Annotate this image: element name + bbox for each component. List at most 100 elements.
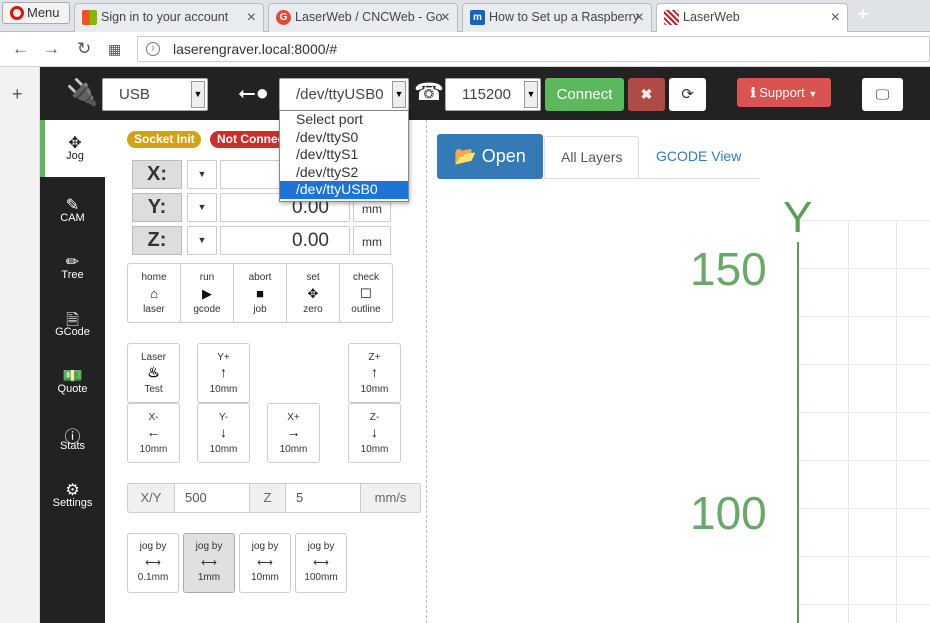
arrow-up-icon: ↑ [220,364,227,380]
x-axis-menu[interactable]: ▼ [187,160,217,189]
arrow-right-icon: → [286,424,301,440]
tab-close-icon[interactable]: × [247,4,256,31]
arrow-down-icon: ↓ [371,424,378,440]
tab-close-icon[interactable]: × [441,4,450,31]
jog-bottom: 10mm [209,384,238,395]
arrow-left-icon: ← [146,424,161,440]
refresh-ports-button[interactable]: ⟳ [669,78,706,111]
y-axis-menu[interactable]: ▼ [187,193,217,222]
set-zero-button[interactable]: set ✥ zero [287,264,340,322]
grid-line [799,460,930,461]
arrows-h-icon: ⟷ [201,557,217,569]
caret-down-icon: ▼ [808,89,818,99]
step-bottom: 10mm [251,572,279,583]
y-tick-label: 100 [690,487,767,539]
support-button[interactable]: ℹ Support ▼ [737,78,831,107]
cmd-top: abort [248,272,272,283]
forward-arrow-icon[interactable]: → [43,39,60,59]
jog-step-100mm-button[interactable]: jog by ⟷ 100mm [295,533,347,593]
nav-item-tree[interactable]: ✏ Tree [40,239,105,296]
nav-item-cam[interactable]: ✎ CAM [40,182,105,239]
jog-bottom: Test [144,384,163,395]
monitor-icon: 🖵 [875,86,890,102]
port-option[interactable]: /dev/ttyS2 [280,164,408,182]
interface-select[interactable]: USB ▼ [102,78,208,111]
disconnect-button[interactable]: ✖ [628,78,665,111]
home-laser-button[interactable]: home ⌂ laser [128,264,181,322]
laser-test-button[interactable]: Laser ♨ Test [127,343,180,403]
info-icon: ⓘ [64,429,81,446]
square-icon: ☐ [360,286,372,301]
browser-tab-laserweb-google[interactable]: G LaserWeb / CNCWeb - Go × [268,3,458,32]
cmd-top: set [306,272,320,283]
back-arrow-icon[interactable]: ← [12,39,29,59]
z-speed-label: Z [263,490,272,505]
baud-value: 115200 [462,86,511,103]
x-axis-label: X: [132,160,182,189]
tab-label: LaserWeb / CNCWeb - Go [295,10,443,24]
browser-menu-label: Menu [27,5,60,20]
z-position-field[interactable]: 0.00 [220,226,350,255]
jog-y-plus-button[interactable]: Y+ ↑ 10mm [197,343,250,403]
nav-item-gcode[interactable]: 🗎 GCode [40,296,105,353]
jog-step-0.1mm-button[interactable]: jog by ⟷ 0.1mm [127,533,179,593]
jog-bottom: 10mm [209,444,238,455]
jog-bottom: 10mm [139,444,168,455]
grid-line [848,220,849,623]
grid-line [799,316,930,317]
xy-speed-input[interactable]: 500 [174,484,250,512]
browser-tab-raspberry[interactable]: m How to Set up a Raspberry × [462,3,652,32]
tab-gcode-view[interactable]: GCODE View [640,136,757,179]
site-info-icon[interactable]: i [146,42,160,56]
new-tab-icon[interactable]: + [852,5,874,23]
port-option[interactable]: Select port [280,111,408,129]
fullscreen-button[interactable]: 🖵 [862,78,903,111]
nav-item-stats[interactable]: ⓘ Stats [40,410,105,467]
jog-z-plus-button[interactable]: Z+ ↑ 10mm [348,343,401,403]
jog-bottom: 10mm [360,444,389,455]
nav-item-quote[interactable]: 💵 Quote [40,353,105,410]
check-outline-button[interactable]: check ☐ outline [340,264,392,322]
tab-close-icon[interactable]: × [635,4,644,31]
open-file-button[interactable]: 📂 Open [437,134,543,179]
connect-button[interactable]: Connect [545,78,624,111]
jog-x-minus-button[interactable]: X- ← 10mm [127,403,180,463]
money-icon: 💵 [62,368,83,385]
speed-dial-grid-icon[interactable]: ▦ [108,41,121,58]
browser-tab-laserweb[interactable]: LaserWeb × [656,3,848,33]
refresh-icon: ⟳ [681,86,694,103]
jog-step-1mm-button[interactable]: jog by ⟷ 1mm [183,533,235,593]
grid-line [799,220,930,221]
tab-close-icon[interactable]: × [831,4,840,31]
port-option[interactable]: /dev/ttyS1 [280,146,408,164]
interface-value: USB [119,86,150,103]
reload-icon[interactable]: ↻ [77,39,91,59]
nav-item-jog[interactable]: ✥ Jog [40,120,105,177]
abort-job-button[interactable]: abort ■ job [234,264,287,322]
jog-y-minus-button[interactable]: Y- ↓ 10mm [197,403,250,463]
jog-x-plus-button[interactable]: X+ → 10mm [267,403,320,463]
laserweb-favicon-icon [664,10,679,25]
cmd-top: check [352,272,380,283]
nav-label: Settings [52,497,93,509]
port-option[interactable]: /dev/ttyS0 [280,129,408,147]
z-speed-input[interactable]: 5 [285,484,361,512]
jog-step-10mm-button[interactable]: jog by ⟷ 10mm [239,533,291,593]
nav-item-settings[interactable]: ⚙ Settings [40,467,105,524]
tab-all-layers[interactable]: All Layers [544,136,640,179]
browser-menu-button[interactable]: Menu [2,2,70,24]
opera-logo-icon [10,6,24,20]
port-select[interactable]: /dev/ttyUSB0 ▼ [279,78,409,111]
phone-icon: ☎ [414,79,444,106]
run-gcode-button[interactable]: run ▶ gcode [181,264,234,322]
jog-top: X+ [287,412,300,423]
url-field[interactable]: i laserengraver.local:8000/# [137,36,930,62]
sidebar-add-icon[interactable]: + [12,84,23,105]
z-axis-menu[interactable]: ▼ [187,226,217,255]
port-option-selected[interactable]: /dev/ttyUSB0 [280,181,408,199]
baud-select[interactable]: 115200 ▼ [445,78,541,111]
port-value: /dev/ttyUSB0 [296,86,384,103]
jog-z-minus-button[interactable]: Z- ↓ 10mm [348,403,401,463]
file-code-icon: 🗎 [66,312,79,329]
browser-tab-signin[interactable]: Sign in to your account × [74,3,264,32]
